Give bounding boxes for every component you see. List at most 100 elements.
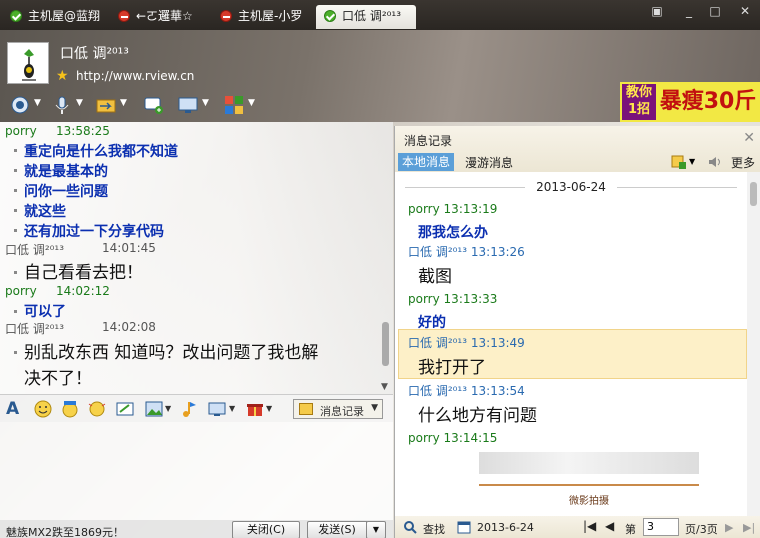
history-entry-header: porry 13:14:15 xyxy=(408,431,497,445)
tab-conversation-2[interactable]: ←ㄛ邏華☆ xyxy=(110,5,210,29)
contact-header: 口低 调²⁰¹³ ★ http://www.rview.cn ▼ ▼ ▼ ▼ ▼… xyxy=(0,30,760,122)
close-icon[interactable]: ✕ xyxy=(743,130,755,146)
tab-conversation-1[interactable]: 主机屋@蓝翔 xyxy=(2,5,106,29)
message-line: 可以了 xyxy=(24,304,66,320)
shake-window-icon[interactable] xyxy=(88,400,106,418)
ad-line2: 1招 xyxy=(627,102,651,117)
avatar[interactable] xyxy=(7,42,49,84)
send-button[interactable]: 发送(S) xyxy=(307,521,367,538)
page-number-input[interactable]: 3 xyxy=(643,518,679,536)
speaker-icon[interactable] xyxy=(707,154,723,170)
chat-scrollbar[interactable]: ▼ xyxy=(379,122,393,394)
scrollbar-thumb[interactable] xyxy=(750,182,757,206)
scrollbar-thumb[interactable] xyxy=(382,322,389,366)
bullet xyxy=(14,169,17,172)
entry-sender: 口低 调²⁰¹³ xyxy=(408,384,468,398)
thumbnail-top xyxy=(479,452,699,474)
font-icon[interactable]: A xyxy=(6,400,24,418)
history-entry-header: 口低 调²⁰¹³ 13:13:26 xyxy=(408,243,525,260)
entry-sender: porry xyxy=(408,202,440,216)
entry-sender: 口低 调²⁰¹³ xyxy=(408,245,468,259)
screenshot-thumbnail[interactable]: 微影拍摄 xyxy=(479,452,699,516)
music-icon[interactable] xyxy=(180,400,198,418)
minimize-button[interactable]: _ xyxy=(680,4,698,20)
chevron-down-icon[interactable]: ▼ xyxy=(689,157,695,166)
next-page-icon[interactable]: ▶ xyxy=(725,521,733,534)
online-status-icon xyxy=(10,10,22,22)
doodle-icon[interactable] xyxy=(116,400,134,418)
previous-page-icon[interactable]: ◀ xyxy=(605,519,614,533)
video-call-button[interactable]: ▼ xyxy=(10,94,44,116)
bullet xyxy=(14,149,17,152)
chevron-down-icon[interactable]: ▼ xyxy=(165,404,171,413)
ad-line1: 教你 xyxy=(625,85,652,100)
entry-sender: porry xyxy=(408,292,440,306)
calendar-icon[interactable] xyxy=(457,520,471,534)
close-button[interactable]: 关闭(C) xyxy=(232,521,300,538)
magic-emoji-icon[interactable] xyxy=(61,400,79,418)
advertisement-banner[interactable]: 教你 1招 暴瘦30斤 xyxy=(620,82,760,122)
contact-signature-url[interactable]: http://www.rview.cn xyxy=(76,69,194,83)
page-total: 页/3页 xyxy=(685,523,718,536)
busy-status-icon xyxy=(220,10,232,22)
tab-conversation-active[interactable]: 口低 调²⁰¹³ xyxy=(316,5,416,29)
message-history-panel: 消息记录 ✕ 本地消息 漫游消息 ▼ 更多 2013-06-24 porry 1… xyxy=(394,126,760,538)
history-message-list[interactable]: 2013-06-24 porry 13:13:19 那我怎么办 口低 调²⁰¹³… xyxy=(395,172,747,516)
emoji-icon[interactable] xyxy=(34,400,52,418)
maximize-button[interactable]: □ xyxy=(706,4,724,20)
bullet xyxy=(14,351,17,354)
thumbnail-line xyxy=(479,484,699,486)
entry-time: 13:14:15 xyxy=(443,431,498,445)
chat-add-icon xyxy=(144,97,163,114)
entry-time: 13:13:49 xyxy=(470,336,525,350)
chat-message-area[interactable]: porry 13:58:25 重定向是什么我都不知道 就是最基本的 问你一些问题… xyxy=(0,122,393,394)
close-window-button[interactable]: ✕ xyxy=(736,4,754,20)
bullet xyxy=(14,189,17,192)
tab-local-messages[interactable]: 本地消息 xyxy=(398,153,455,171)
ad-link[interactable]: 魅族MX2跌至1869元！ xyxy=(6,524,124,538)
message-history-button[interactable]: 消息记录 ▼ xyxy=(293,399,383,419)
create-discussion-button[interactable] xyxy=(144,94,168,116)
image-icon[interactable] xyxy=(145,400,163,418)
camera-icon xyxy=(11,96,29,114)
send-file-button[interactable]: ▼ xyxy=(96,94,130,116)
first-page-icon[interactable]: |◀ xyxy=(583,519,596,533)
history-entry-text: 我打开了 xyxy=(418,358,486,378)
bullet xyxy=(14,271,17,274)
tab-label: 主机屋@蓝翔 xyxy=(28,9,101,23)
message-time: 14:01:45 xyxy=(102,241,156,255)
tab-conversation-3[interactable]: 主机屋-小罗 xyxy=(212,5,312,29)
message-sender: porry xyxy=(5,284,37,298)
chevron-down-icon[interactable]: ▼ xyxy=(229,404,235,413)
more-button[interactable]: 更多 xyxy=(731,154,755,171)
search-button[interactable]: 查找 xyxy=(423,521,445,537)
send-options-chevron-icon[interactable]: ▼ xyxy=(366,521,386,538)
menu-icon[interactable]: ▣ xyxy=(648,4,666,20)
apps-grid-icon xyxy=(225,96,243,114)
history-scrollbar[interactable] xyxy=(747,172,760,516)
ad-text: 暴瘦30斤 xyxy=(659,89,757,114)
gift-icon[interactable] xyxy=(246,400,264,418)
remote-desktop-button[interactable]: ▼ xyxy=(178,94,212,116)
history-title: 消息记录 xyxy=(404,134,453,148)
message-time: 14:02:08 xyxy=(102,320,156,334)
message-line: 就是最基本的 xyxy=(24,164,108,180)
history-view-icon[interactable] xyxy=(671,154,687,170)
apps-button[interactable]: ▼ xyxy=(224,94,258,116)
history-header: 消息记录 ✕ 本地消息 漫游消息 ▼ 更多 xyxy=(395,126,760,172)
last-page-icon[interactable]: ▶| xyxy=(743,521,755,534)
screenshot-icon[interactable] xyxy=(208,400,226,418)
tab-roaming-messages[interactable]: 漫游消息 xyxy=(465,154,513,171)
message-line: 就这些 xyxy=(24,204,66,220)
search-icon[interactable] xyxy=(403,520,417,534)
bullet xyxy=(14,209,17,212)
message-sender: porry xyxy=(5,124,37,138)
message-line: 问你一些问题 xyxy=(24,184,108,200)
scroll-down-icon[interactable]: ▼ xyxy=(381,382,388,392)
chevron-down-icon[interactable]: ▼ xyxy=(266,404,272,413)
voice-call-button[interactable]: ▼ xyxy=(52,94,86,116)
message-input[interactable] xyxy=(0,422,393,520)
history-date-picker[interactable]: 2013-6-24 xyxy=(477,521,534,534)
history-button-label: 消息记录 xyxy=(320,405,364,418)
bullet xyxy=(14,310,17,313)
